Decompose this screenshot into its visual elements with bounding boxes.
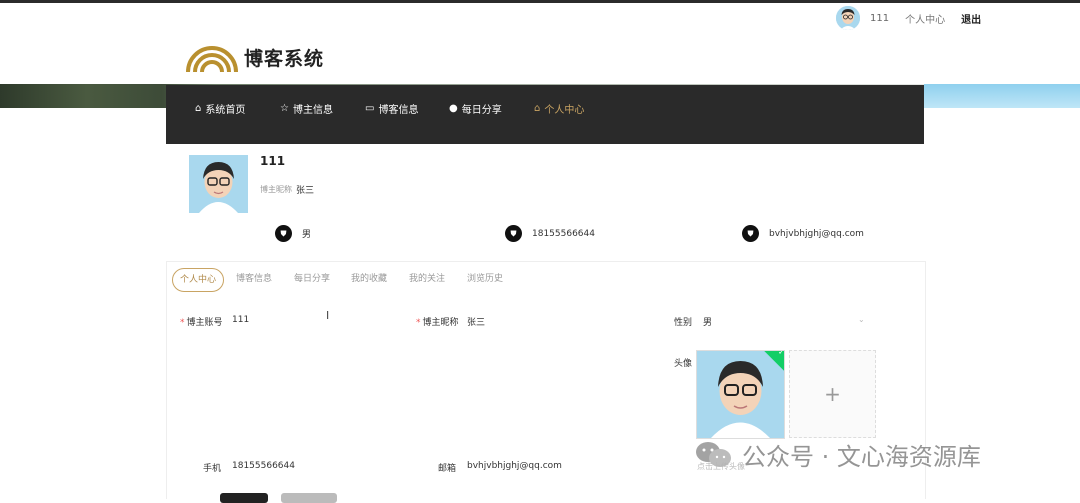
nickname-field-input[interactable]: 张三 <box>467 315 485 328</box>
watermark: 公众号 · 文心海资源库 <box>694 437 981 472</box>
required-marker: * <box>180 318 185 328</box>
avatar-upload-add-button[interactable]: + <box>789 350 876 438</box>
profile-avatar <box>189 155 248 213</box>
chevron-down-icon[interactable]: ⌄ <box>858 315 865 324</box>
nav-item-blog-info[interactable]: ▭ 博客信息 <box>365 101 418 116</box>
info-icon: ● <box>449 103 458 114</box>
shield-icon: ⛊ <box>275 225 292 242</box>
submit-button[interactable] <box>220 493 268 503</box>
nav-item-daily-share[interactable]: ● 每日分享 <box>449 101 502 116</box>
profile-nickname: 张三 <box>296 186 315 196</box>
shield-icon: ⛊ <box>505 225 522 242</box>
account-field-input[interactable]: 111 <box>232 315 249 325</box>
plus-icon: + <box>824 382 841 406</box>
avatar-field-label: 头像 <box>674 359 693 369</box>
tab-my-follows[interactable]: 我的关注 <box>409 268 445 290</box>
logo-arch-icon <box>186 46 238 72</box>
logo-title: 博客系统 <box>244 47 325 70</box>
personal-center-link[interactable]: 个人中心 <box>905 11 945 26</box>
info-phone: ⛊ 18155566644 <box>505 225 595 242</box>
nav-item-label: 每日分享 <box>461 105 502 116</box>
tab-personal-center[interactable]: 个人中心 <box>172 268 225 292</box>
star-icon: ☆ <box>280 103 289 114</box>
info-phone-value: 18155566644 <box>532 228 595 239</box>
tab-daily-share[interactable]: 每日分享 <box>294 268 330 290</box>
site-logo[interactable]: 博客系统 <box>186 42 324 72</box>
tab-my-favorites[interactable]: 我的收藏 <box>351 268 387 290</box>
tab-blog-info[interactable]: 博客信息 <box>236 268 272 290</box>
shield-icon: ⛊ <box>742 225 759 242</box>
info-email-value: bvhjvbhjghj@qq.com <box>769 228 864 239</box>
check-icon: ✓ <box>777 350 785 357</box>
briefcase-icon: ▭ <box>365 103 375 114</box>
info-gender: ⛊ 男 <box>275 225 311 242</box>
nickname-field-label: * 博主昵称 <box>416 318 459 328</box>
gender-field-label: 性别 <box>674 318 693 328</box>
user-avatar[interactable] <box>836 6 860 30</box>
email-field-label: 邮箱 <box>438 464 457 474</box>
logout-link[interactable]: 退出 <box>961 11 981 26</box>
info-email: ⛊ bvhjvbhjghj@qq.com <box>742 225 864 242</box>
required-marker: * <box>416 318 421 328</box>
header-banner-sky <box>924 84 1080 108</box>
account-field-label: * 博主账号 <box>180 318 223 328</box>
phone-field-input[interactable]: 18155566644 <box>232 461 295 471</box>
logout-account-button[interactable] <box>281 493 337 503</box>
home-icon: ⌂ <box>534 103 541 114</box>
username-label: 111 <box>870 12 890 24</box>
tab-browse-history[interactable]: 浏览历史 <box>467 268 503 290</box>
profile-nickname-label: 博主昵称 <box>260 185 292 194</box>
nav-item-personal-center[interactable]: ⌂ 个人中心 <box>534 101 584 116</box>
home-icon: ⌂ <box>195 103 202 114</box>
avatar-upload-preview[interactable]: ✓ <box>696 350 785 439</box>
phone-field-label: 手机 <box>203 464 222 474</box>
nav-item-blogger-info[interactable]: ☆ 博主信息 <box>280 101 333 116</box>
info-gender-value: 男 <box>302 230 312 240</box>
nav-item-home[interactable]: ⌂ 系统首页 <box>195 101 245 116</box>
email-field-input[interactable]: bvhjvbhjghj@qq.com <box>467 461 562 471</box>
nav-item-label: 博客信息 <box>378 105 419 116</box>
user-bar: 111 个人中心 退出 <box>836 6 981 30</box>
nav-item-label: 个人中心 <box>544 105 585 116</box>
nav-item-label: 博主信息 <box>292 105 333 116</box>
profile-account: 111 <box>260 154 286 168</box>
text-cursor-icon: I <box>326 309 330 322</box>
watermark-text: 公众号 · 文心海资源库 <box>742 443 981 471</box>
main-navbar: ⌂ 系统首页 ☆ 博主信息 ▭ 博客信息 ● 每日分享 ⌂ 个人中心 <box>166 85 924 144</box>
wechat-icon <box>696 441 731 467</box>
top-border <box>0 0 1080 3</box>
gender-select[interactable]: 男 <box>703 315 712 328</box>
nav-item-label: 系统首页 <box>205 105 246 116</box>
